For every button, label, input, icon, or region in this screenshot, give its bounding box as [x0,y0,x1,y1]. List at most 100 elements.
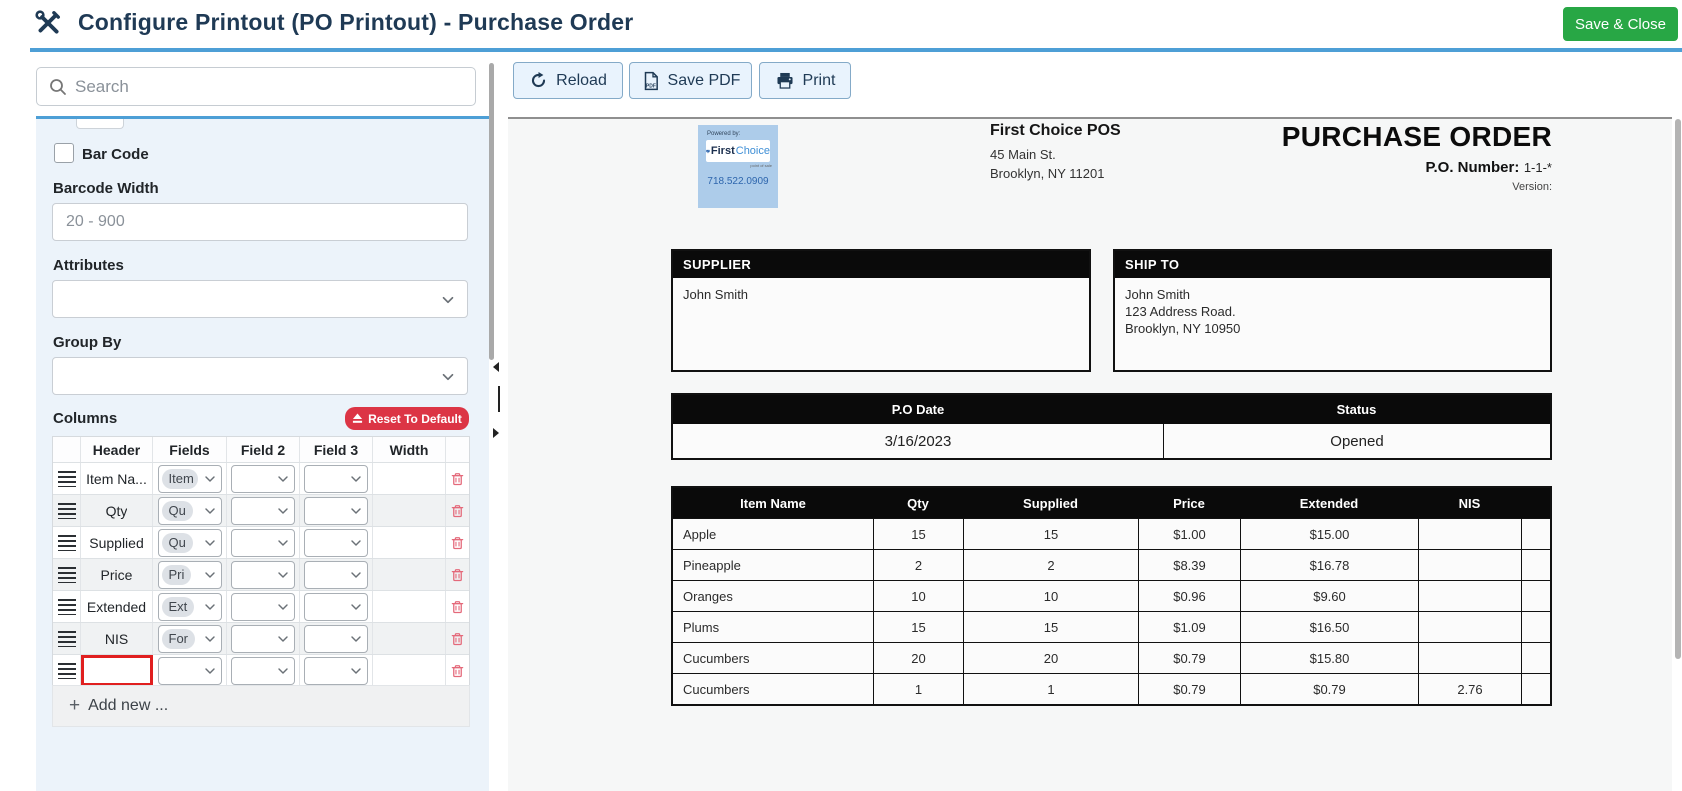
print-button[interactable]: Print [759,62,851,99]
fields-select[interactable]: Qu [158,529,222,557]
po-date-header: P.O Date [673,395,1163,424]
items-table: Item Name Qty Supplied Price Extended NI… [671,486,1552,706]
row-header-cell[interactable]: Supplied [81,527,153,558]
fields-select[interactable]: Pri [158,561,222,589]
tools-icon [34,9,62,37]
splitter-handle[interactable] [498,386,500,412]
reload-button[interactable]: Reload [513,62,623,99]
bar-code-checkbox[interactable] [54,143,74,163]
preview-scrollbar[interactable] [1675,119,1681,659]
fields-select[interactable]: Qu [158,497,222,525]
width-cell[interactable] [373,655,446,686]
field2-select[interactable] [231,593,295,621]
drag-handle-icon[interactable] [58,567,76,583]
row-header-cell[interactable]: NIS [81,623,153,654]
header-divider [30,48,1682,52]
row-header-cell[interactable]: Price [81,559,153,590]
column-row-qty: Qty Qu [53,494,469,526]
logo-phone: 718.522.0909 [698,176,778,187]
row-header-cell[interactable]: Extended [81,591,153,622]
delete-row-icon[interactable] [449,566,466,584]
field3-select[interactable] [304,529,368,557]
attributes-select[interactable] [52,280,468,318]
width-cell[interactable] [373,591,446,622]
chevron-down-icon [202,631,218,647]
chevron-down-icon [348,567,364,583]
delete-row-icon[interactable] [449,534,466,552]
page-title: Configure Printout (PO Printout) - Purch… [78,9,633,36]
save-pdf-button[interactable]: PDF Save PDF [629,62,752,99]
app-header: Configure Printout (PO Printout) - Purch… [0,0,1682,48]
barcode-width-input[interactable] [52,203,468,241]
fields-select[interactable]: Ext [158,593,222,621]
item-row: Cucumbers2020$0.79$15.80 [673,642,1550,673]
delete-row-icon[interactable] [449,630,466,648]
chevron-down-icon [275,503,291,519]
drag-handle-icon[interactable] [58,535,76,551]
field3-select[interactable] [304,657,368,685]
barcode-width-label: Barcode Width [53,180,159,197]
column-row-price: Price Pri [53,558,469,590]
width-cell[interactable] [373,623,446,654]
status-header: Status [1163,395,1550,424]
chevron-down-icon [275,631,291,647]
delete-row-icon[interactable] [449,598,466,616]
drag-handle-icon[interactable] [58,503,76,519]
field3-select[interactable] [304,465,368,493]
field2-select[interactable] [231,625,295,653]
monitor-icon [706,146,710,157]
logo-tagline: point of sale [704,163,772,168]
field3-select[interactable] [304,497,368,525]
fields-select[interactable]: For [158,625,222,653]
chevron-down-icon [275,663,291,679]
field2-select[interactable] [231,497,295,525]
row-header-cell-highlighted[interactable] [81,655,153,686]
search-box [36,67,476,106]
fields-select[interactable] [158,657,222,685]
row-header-cell[interactable]: Item Na... [81,463,153,494]
selected-field-tag: Ext [162,597,195,617]
drag-handle-icon[interactable] [58,471,76,487]
version-label: Version: [1282,181,1552,193]
sidebar-scrollbar[interactable] [489,63,494,360]
group-by-label: Group By [53,334,121,351]
reload-label: Reload [556,72,607,90]
field3-select[interactable] [304,593,368,621]
delete-row-icon[interactable] [449,470,466,488]
column-row-new [53,654,469,686]
scrolled-element-fragment [76,119,124,129]
chevron-down-icon [202,471,218,487]
delete-row-icon[interactable] [449,502,466,520]
group-by-select[interactable] [52,357,468,395]
eject-icon [352,413,363,424]
supplier-name: John Smith [673,278,1089,311]
splitter-collapse-left-icon[interactable] [493,362,499,372]
field2-select[interactable] [231,529,295,557]
drag-handle-icon[interactable] [58,631,76,647]
field3-select[interactable] [304,625,368,653]
width-cell[interactable] [373,495,446,526]
drag-handle-icon[interactable] [58,599,76,615]
width-cell[interactable] [373,463,446,494]
company-address-line2: Brooklyn, NY 11201 [990,164,1121,183]
save-close-button[interactable]: Save & Close [1563,7,1678,41]
reset-to-default-button[interactable]: Reset To Default [345,407,469,430]
drag-handle-icon[interactable] [58,663,76,679]
delete-row-icon[interactable] [449,662,466,680]
splitter-collapse-right-icon[interactable] [493,428,499,438]
width-cell[interactable] [373,527,446,558]
column-row-supplied: Supplied Qu [53,526,469,558]
width-cell[interactable] [373,559,446,590]
search-input[interactable] [75,69,470,104]
add-new-button[interactable]: + Add new ... [52,685,470,727]
item-row: Cucumbers11$0.79$0.792.76 [673,673,1550,704]
chevron-down-icon [439,291,457,309]
row-header-cell[interactable]: Qty [81,495,153,526]
field2-select[interactable] [231,561,295,589]
selected-field-tag: Pri [162,565,192,585]
fields-select[interactable]: Item [158,465,222,493]
po-date-value: 3/16/2023 [673,424,1163,458]
field3-select[interactable] [304,561,368,589]
field2-select[interactable] [231,657,295,685]
field2-select[interactable] [231,465,295,493]
